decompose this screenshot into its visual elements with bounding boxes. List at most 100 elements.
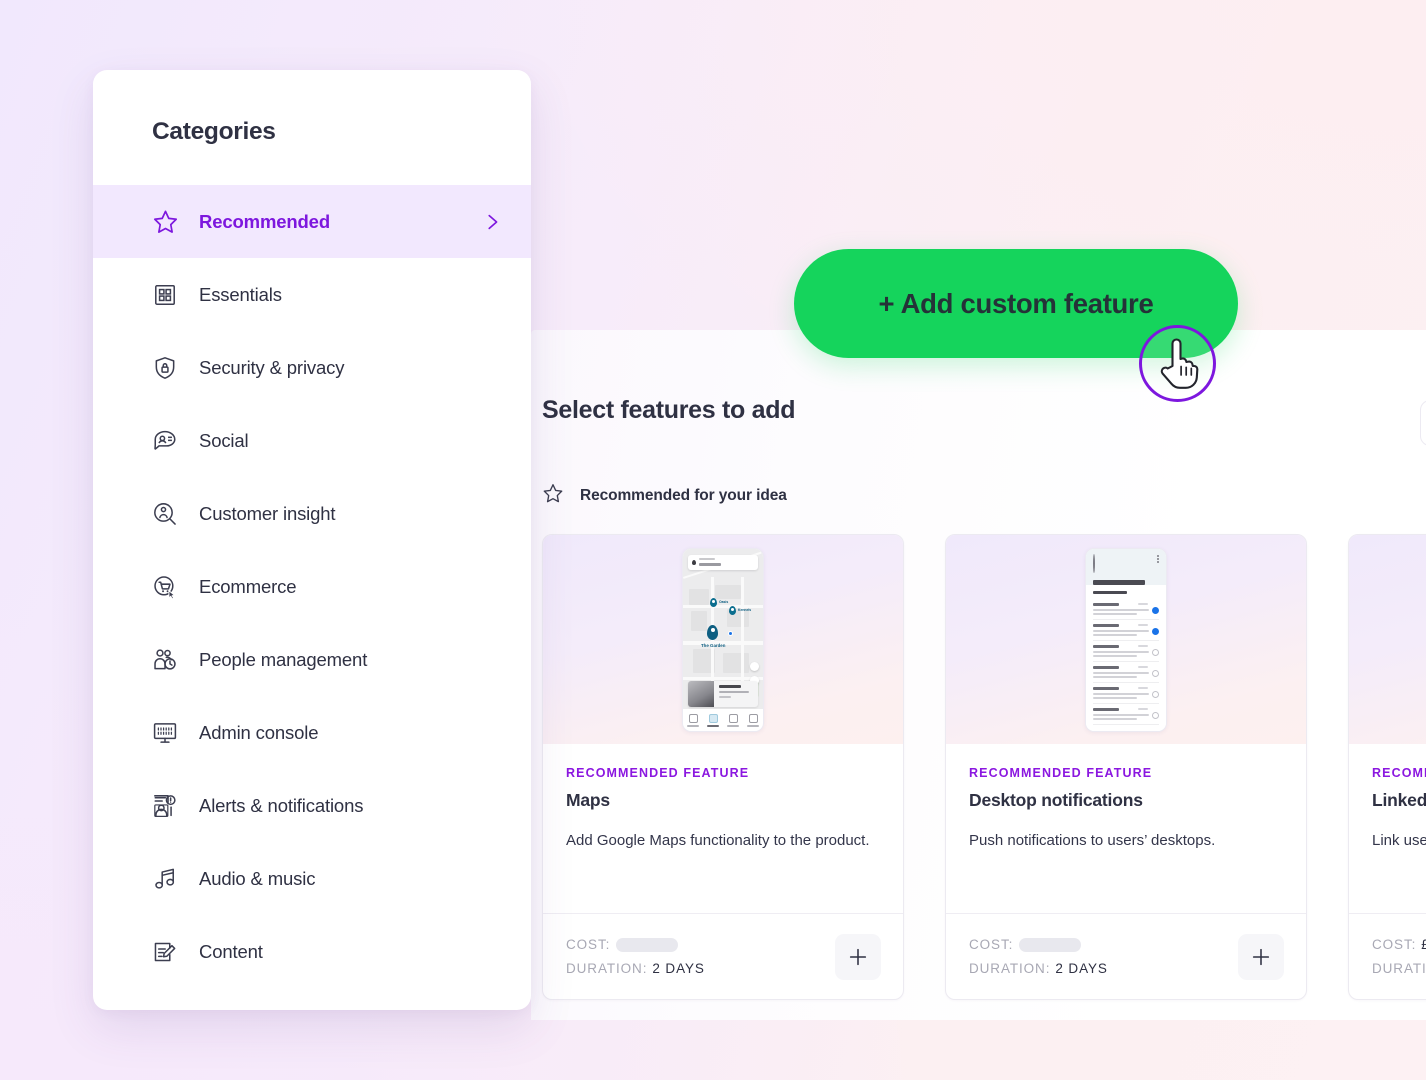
feature-card-description: Link users to accounts on other platform… (1372, 832, 1426, 849)
map-search-field[interactable] (688, 554, 758, 570)
map-pin (729, 605, 736, 615)
feature-card-kicker: RECOMMENDED FEATURE (566, 766, 750, 780)
plus-icon (849, 948, 867, 965)
duration-label: DURATION: (969, 960, 1051, 976)
sidebar-item-label: Customer insight (199, 502, 336, 524)
recommended-section-label: Recommended for your idea (580, 486, 787, 504)
sidebar-title: Categories (152, 118, 276, 145)
sidebar-item-alerts-notifications[interactable]: Alerts & notifications (93, 769, 531, 842)
sidebar-item-label: Essentials (199, 283, 282, 305)
duration-value: 2 DAYS (652, 960, 705, 976)
page-title: Select features to add (542, 396, 796, 424)
sidebar-item-ecommerce[interactable]: Ecommerce (93, 550, 531, 623)
feature-card[interactable]: RECOMMENDED FEATURE Linked accounts Link… (1348, 534, 1426, 1000)
sidebar-item-recommended[interactable]: Recommended (93, 185, 531, 258)
feature-card-meta: COST: DURATION: 2 DAYS (969, 933, 1108, 981)
map-tab-payments[interactable] (727, 714, 739, 727)
feature-card-meta: COST: DURATION: 2 DAYS (566, 933, 705, 981)
chevron-right-icon[interactable] (481, 211, 503, 233)
duration-line: DURATION: 2 DAYS (566, 957, 705, 981)
feature-card-list: Oasis Kennels The Garden RECOMMENDED FEA… (542, 534, 1426, 1000)
map-user-location-dot (728, 630, 733, 636)
recommended-section-header: Recommended for your idea (542, 482, 787, 509)
feature-card-description: Add Google Maps functionality to the pro… (566, 832, 870, 849)
duration-line: DURATION: 2 DAYS (969, 957, 1108, 981)
feature-card-media (946, 535, 1306, 744)
maps-phone-mockup: Oasis Kennels The Garden (682, 547, 764, 732)
feature-card-meta: COST: £565 DURATION: 2 DAYS (1372, 933, 1426, 981)
map-pin-primary (707, 624, 718, 640)
overflow-menu-icon[interactable] (1157, 554, 1159, 563)
cost-label: COST: (566, 936, 611, 952)
map-place-card[interactable] (688, 680, 758, 707)
cost-line: COST: (969, 933, 1108, 957)
feature-card-title: Linked accounts (1372, 790, 1426, 810)
duration-value: 2 DAYS (1055, 960, 1108, 976)
feature-card-kicker: RECOMMENDED FEATURE (1372, 766, 1426, 780)
feature-card-body: RECOMMENDED FEATURE Maps Add Google Maps… (543, 744, 903, 913)
feature-card-title: Desktop notifications (969, 790, 1143, 810)
people-clock-icon (152, 647, 186, 673)
person-alert-icon (152, 793, 186, 819)
sidebar-item-label: People management (199, 648, 368, 670)
feature-card-title: Maps (566, 790, 610, 810)
feature-card[interactable]: RECOMMENDED FEATURE Desktop notification… (945, 534, 1307, 1000)
feature-card-footer: COST: DURATION: 2 DAYS (946, 913, 1306, 999)
sidebar-item-customer-insight[interactable]: Customer insight (93, 477, 531, 550)
sidebar-item-security-privacy[interactable]: Security & privacy (93, 331, 531, 404)
sidebar-item-label: Ecommerce (199, 575, 297, 597)
feature-card[interactable]: Oasis Kennels The Garden RECOMMENDED FEA… (542, 534, 904, 1000)
map-tab-account[interactable] (747, 714, 759, 727)
star-icon (152, 208, 186, 235)
shopping-cart-cursor-icon (152, 574, 186, 600)
sidebar-item-label: Alerts & notifications (199, 794, 364, 816)
map-tab-bar (683, 708, 763, 731)
map-pin (710, 597, 717, 607)
sidebar-item-label: Admin console (199, 721, 319, 743)
sidebar-item-social[interactable]: Social (93, 404, 531, 477)
monitor-code-icon (152, 720, 186, 746)
sidebar-item-admin-console[interactable]: Admin console (93, 696, 531, 769)
notifications-phone-mockup (1085, 547, 1167, 732)
map-compass-button[interactable] (750, 661, 759, 671)
cost-line: COST: £565 (1372, 933, 1426, 957)
person-magnifier-icon (152, 501, 186, 527)
gear-icon (1093, 553, 1095, 573)
add-custom-feature-button[interactable]: + Add custom feature (794, 249, 1238, 358)
shield-lock-icon (152, 355, 186, 381)
feature-card-footer: COST: £565 DURATION: 2 DAYS (1349, 913, 1426, 999)
sidebar-item-label: Recommended (199, 210, 330, 232)
sidebar-item-audio-music[interactable]: Audio & music (93, 842, 531, 915)
map-tab-explore[interactable] (687, 714, 699, 727)
cost-redacted-placeholder (1019, 937, 1082, 952)
sidebar-item-essentials[interactable]: Essentials (93, 258, 531, 331)
feature-card-footer: COST: DURATION: 2 DAYS (543, 913, 903, 999)
feature-card-body: RECOMMENDED FEATURE Linked accounts Link… (1349, 744, 1426, 913)
plus-icon (1252, 948, 1270, 965)
grid-squares-icon (152, 282, 186, 308)
duration-label: DURATION: (1372, 960, 1426, 976)
speech-bubble-person-icon (152, 428, 186, 454)
duration-line: DURATION: 2 DAYS (1372, 957, 1426, 981)
category-list: Recommended Essentials Security & privac… (93, 185, 531, 988)
star-icon (542, 482, 564, 509)
feature-card-description: Push notifications to users’ desktops. (969, 832, 1216, 849)
sidebar-item-label: Social (199, 429, 249, 451)
feature-card-kicker: RECOMMENDED FEATURE (969, 766, 1153, 780)
cost-label: COST: (1372, 936, 1417, 952)
sidebar-item-content[interactable]: Content (93, 915, 531, 988)
music-note-icon (152, 866, 186, 892)
add-feature-button[interactable] (1238, 933, 1284, 980)
map-tab-maps[interactable] (707, 714, 719, 727)
app-root: Select features to add Recommended for y… (0, 0, 1426, 1080)
feature-card-media: Oasis Kennels The Garden (543, 535, 903, 744)
add-feature-button[interactable] (835, 933, 881, 980)
feature-card-body: RECOMMENDED FEATURE Desktop notification… (946, 744, 1306, 913)
sidebar-item-label: Content (199, 940, 263, 962)
sidebar-item-people-management[interactable]: People management (93, 623, 531, 696)
sidebar-item-label: Security & privacy (199, 356, 345, 378)
document-pencil-icon (152, 939, 186, 965)
panel-top-right-control[interactable] (1420, 400, 1426, 446)
duration-label: DURATION: (566, 960, 648, 976)
sidebar-item-label: Audio & music (199, 867, 316, 889)
